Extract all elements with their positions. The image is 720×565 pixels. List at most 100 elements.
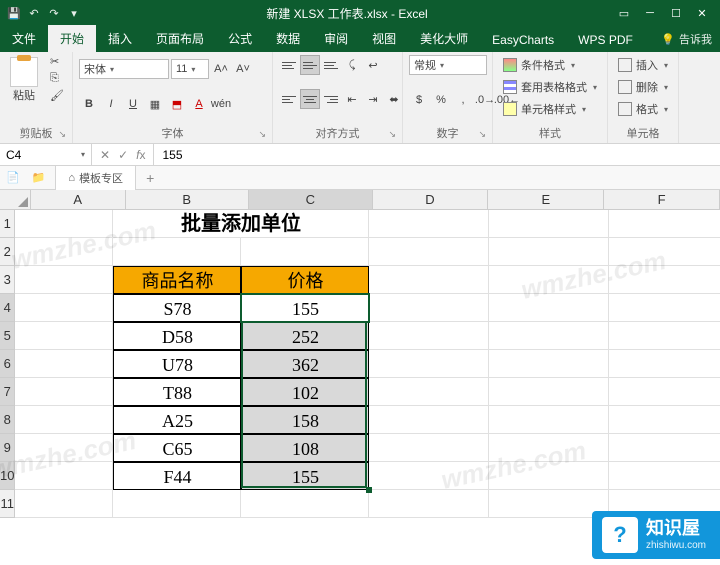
format-painter-icon[interactable]: 🖌 <box>50 89 66 103</box>
qat-more-icon[interactable]: ▾ <box>66 5 82 21</box>
font-dialog-icon[interactable]: ↘ <box>258 129 266 140</box>
cell[interactable]: 155 <box>241 462 369 490</box>
cell[interactable]: F44 <box>113 462 241 490</box>
tell-me[interactable]: 💡 告诉我 <box>653 26 720 52</box>
fill-color-button[interactable]: ⬒ <box>167 94 187 114</box>
cell[interactable] <box>369 462 489 490</box>
cell[interactable]: 252 <box>241 322 369 350</box>
merge-center-icon[interactable]: ⬌ <box>384 89 404 109</box>
number-dialog-icon[interactable]: ↘ <box>478 129 486 140</box>
maximize-icon[interactable]: ☐ <box>668 7 684 20</box>
cell[interactable]: U78 <box>113 350 241 378</box>
cell[interactable] <box>489 434 609 462</box>
ribbon-options-icon[interactable]: ▭ <box>616 7 632 20</box>
insert-cells-button[interactable]: 插入▾ <box>614 55 672 75</box>
cell[interactable] <box>369 434 489 462</box>
tab-page-layout[interactable]: 页面布局 <box>144 25 216 52</box>
align-dialog-icon[interactable]: ↘ <box>388 129 396 140</box>
font-color-button[interactable]: A <box>189 94 209 114</box>
cell[interactable] <box>15 238 113 266</box>
row-header[interactable]: 11 <box>0 490 15 518</box>
font-size-combo[interactable]: 11▾ <box>171 59 209 79</box>
align-right-icon[interactable] <box>321 89 341 109</box>
cell[interactable] <box>489 406 609 434</box>
column-header[interactable]: C <box>249 190 373 210</box>
cell[interactable] <box>489 378 609 406</box>
cell[interactable] <box>241 490 369 518</box>
cell[interactable] <box>369 322 489 350</box>
tab-beautify[interactable]: 美化大师 <box>408 25 480 52</box>
clipboard-dialog-icon[interactable]: ↘ <box>58 129 66 140</box>
row-header[interactable]: 4 <box>0 294 15 322</box>
cell[interactable] <box>15 266 113 294</box>
cell[interactable] <box>609 378 720 406</box>
save-icon[interactable]: 💾 <box>6 5 22 21</box>
tab-formulas[interactable]: 公式 <box>216 25 264 52</box>
open-folder-icon[interactable]: 📁 <box>26 171 52 184</box>
cell[interactable] <box>489 294 609 322</box>
cell[interactable] <box>369 210 489 238</box>
underline-button[interactable]: U <box>123 94 143 114</box>
row-header[interactable]: 9 <box>0 434 15 462</box>
phonetic-button[interactable]: wén <box>211 94 231 114</box>
cell[interactable] <box>15 434 113 462</box>
cell[interactable] <box>113 238 241 266</box>
cell[interactable]: 108 <box>241 434 369 462</box>
cut-icon[interactable]: ✂ <box>50 55 66 69</box>
cell[interactable] <box>489 322 609 350</box>
column-header[interactable]: D <box>373 190 489 210</box>
increase-font-icon[interactable]: A˄ <box>211 59 231 79</box>
cell[interactable] <box>369 406 489 434</box>
cell[interactable] <box>113 490 241 518</box>
wrap-text-icon[interactable]: ↩ <box>363 55 383 75</box>
tab-insert[interactable]: 插入 <box>96 25 144 52</box>
decrease-font-icon[interactable]: A˅ <box>233 59 253 79</box>
conditional-formatting-button[interactable]: 条件格式▾ <box>499 55 579 75</box>
format-cells-button[interactable]: 格式▾ <box>614 99 672 119</box>
spreadsheet-grid[interactable]: ABCDEF 1234567891011 批量添加单位商品名称价格S78155D… <box>0 190 720 565</box>
italic-button[interactable]: I <box>101 94 121 114</box>
copy-icon[interactable]: ⎘ <box>50 72 66 86</box>
cell[interactable] <box>609 406 720 434</box>
cell[interactable] <box>609 434 720 462</box>
cell[interactable] <box>369 350 489 378</box>
tab-wps-pdf[interactable]: WPS PDF <box>566 28 645 52</box>
cell[interactable] <box>489 210 609 238</box>
undo-icon[interactable]: ↶ <box>26 5 42 21</box>
align-center-icon[interactable] <box>300 89 320 109</box>
new-sheet-button[interactable]: + <box>136 166 164 190</box>
cell[interactable] <box>609 350 720 378</box>
cell[interactable] <box>15 378 113 406</box>
row-header[interactable]: 2 <box>0 238 15 266</box>
column-header[interactable]: B <box>126 190 250 210</box>
row-header[interactable]: 8 <box>0 406 15 434</box>
cell[interactable] <box>609 462 720 490</box>
cell[interactable] <box>369 238 489 266</box>
cell[interactable]: 价格 <box>241 266 369 294</box>
row-header[interactable]: 1 <box>0 210 15 238</box>
cell[interactable] <box>15 490 113 518</box>
cell[interactable] <box>15 350 113 378</box>
decrease-indent-icon[interactable]: ⇤ <box>342 89 362 109</box>
comma-format-icon[interactable]: , <box>453 90 473 110</box>
cancel-formula-icon[interactable]: ✕ <box>100 148 110 162</box>
delete-cells-button[interactable]: 删除▾ <box>614 77 672 97</box>
cell[interactable] <box>489 462 609 490</box>
column-header[interactable]: E <box>488 190 604 210</box>
cell[interactable] <box>609 210 720 238</box>
cell[interactable]: 155 <box>241 294 369 322</box>
cell[interactable]: T88 <box>113 378 241 406</box>
cell[interactable] <box>241 238 369 266</box>
align-top-icon[interactable] <box>279 55 299 75</box>
cell[interactable] <box>609 322 720 350</box>
align-left-icon[interactable] <box>279 89 299 109</box>
cell-styles-button[interactable]: 单元格样式▾ <box>499 99 590 119</box>
cell[interactable] <box>15 294 113 322</box>
redo-icon[interactable]: ↷ <box>46 5 62 21</box>
increase-decimal-icon[interactable]: .0→ <box>475 90 495 110</box>
orientation-icon[interactable]: ⤹ <box>342 55 362 75</box>
cell[interactable]: 商品名称 <box>113 266 241 294</box>
format-as-table-button[interactable]: 套用表格格式▾ <box>499 77 601 97</box>
row-header[interactable]: 3 <box>0 266 15 294</box>
cell[interactable] <box>489 266 609 294</box>
